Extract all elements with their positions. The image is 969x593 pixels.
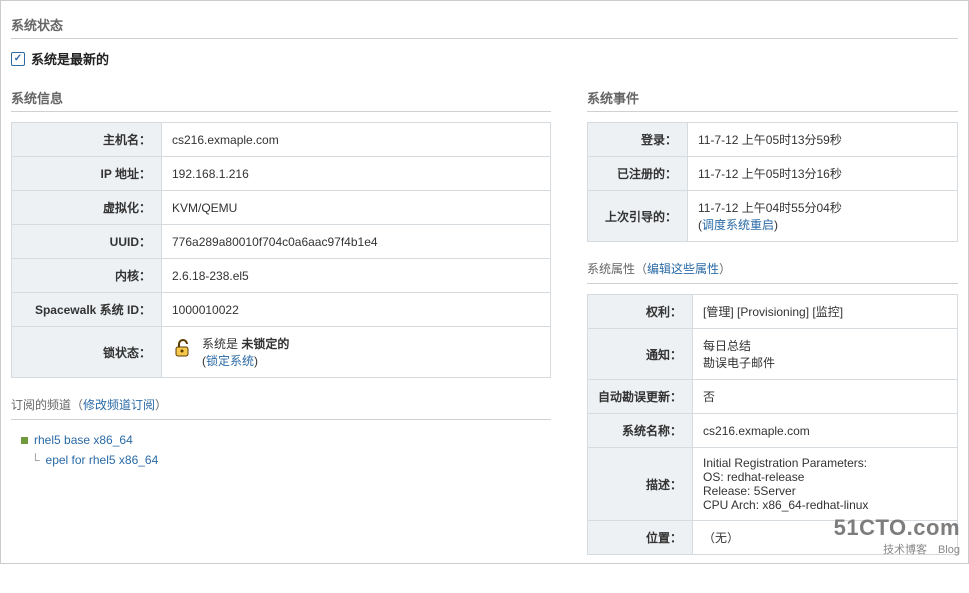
list-item: └ epel for rhel5 x86_64: [21, 450, 551, 470]
lock-label: 锁状态：: [12, 327, 162, 378]
list-item: rhel5 base x86_64: [21, 430, 551, 450]
loc-label: 位置：: [588, 521, 693, 555]
divider: [11, 38, 958, 39]
lock-system-link[interactable]: 锁定系统: [206, 354, 254, 368]
boot-value: 11-7-12 上午04时55分04秒: [698, 201, 842, 215]
table-row: 描述： Initial Registration Parameters: OS:…: [588, 448, 958, 521]
system-status-row: ✓ 系统是最新的: [11, 49, 958, 68]
table-row: UUID： 776a289a80010f704c0a6aac97f4b1e4: [12, 225, 551, 259]
table-row: 通知： 每日总结 勘误电子邮件: [588, 329, 958, 380]
tree-icon: └: [31, 453, 40, 467]
sysid-value: 1000010022: [162, 293, 551, 327]
notify-line1: 每日总结: [703, 339, 751, 353]
channels-header-suffix: ）: [155, 398, 167, 412]
page-title: 系统状态: [11, 15, 958, 34]
table-row: 虚拟化： KVM/QEMU: [12, 191, 551, 225]
system-events-table: 登录： 11-7-12 上午05时13分59秒 已注册的： 11-7-12 上午…: [587, 122, 958, 242]
desc-line2: OS: redhat-release: [703, 470, 804, 484]
watermark-sub: 技术博客 Blog: [834, 541, 960, 557]
bullet-icon: [21, 437, 28, 444]
lock-cell: 系统是 未锁定的 (锁定系统): [162, 327, 551, 378]
boot-label: 上次引导的：: [588, 191, 688, 242]
hostname-value: cs216.exmaple.com: [162, 123, 551, 157]
system-info-title: 系统信息: [11, 88, 551, 107]
channel-base-link[interactable]: rhel5 base x86_64: [34, 433, 133, 447]
channels-header: 订阅的频道（修改频道订阅）: [11, 396, 551, 413]
table-row: 系统名称： cs216.exmaple.com: [588, 414, 958, 448]
divider: [587, 283, 958, 284]
entitle-value: [管理] [Provisioning] [监控]: [693, 295, 958, 329]
check-icon: ✓: [11, 52, 25, 66]
desc-value: Initial Registration Parameters: OS: red…: [693, 448, 958, 521]
lock-prefix: 系统是: [202, 337, 241, 351]
desc-line4: CPU Arch: x86_64-redhat-linux: [703, 498, 868, 512]
ip-label: IP 地址：: [12, 157, 162, 191]
ip-value: 192.168.1.216: [162, 157, 551, 191]
table-row: Spacewalk 系统 ID： 1000010022: [12, 293, 551, 327]
table-row: 上次引导的： 11-7-12 上午04时55分04秒 (调度系统重启): [588, 191, 958, 242]
watermark: 51CTO.com 技术博客 Blog: [834, 515, 960, 557]
watermark-brand: 51CTO.com: [834, 515, 960, 541]
system-events-title: 系统事件: [587, 88, 958, 107]
edit-props-link[interactable]: 编辑这些属性: [647, 262, 719, 276]
notify-value: 每日总结 勘误电子邮件: [693, 329, 958, 380]
unlock-icon: [172, 337, 194, 359]
props-header: 系统属性（编辑这些属性）: [587, 260, 958, 277]
table-row: 登录： 11-7-12 上午05时13分59秒: [588, 123, 958, 157]
table-row: 自动勘误更新： 否: [588, 380, 958, 414]
kernel-value: 2.6.18-238.el5: [162, 259, 551, 293]
props-header-suffix: ）: [719, 262, 731, 276]
boot-cell: 11-7-12 上午04时55分04秒 (调度系统重启): [688, 191, 958, 242]
table-row: 锁状态： 系统是 未锁定的 (锁定系统): [12, 327, 551, 378]
hostname-label: 主机名：: [12, 123, 162, 157]
auto-label: 自动勘误更新：: [588, 380, 693, 414]
login-value: 11-7-12 上午05时13分59秒: [688, 123, 958, 157]
table-row: 内核： 2.6.18-238.el5: [12, 259, 551, 293]
schedule-reboot-link[interactable]: 调度系统重启: [702, 218, 774, 232]
entitle-label: 权利：: [588, 295, 693, 329]
channel-child-link[interactable]: epel for rhel5 x86_64: [46, 453, 159, 467]
notify-label: 通知：: [588, 329, 693, 380]
divider: [11, 111, 551, 112]
desc-line1: Initial Registration Parameters:: [703, 456, 867, 470]
login-label: 登录：: [588, 123, 688, 157]
modify-channels-link[interactable]: 修改频道订阅: [83, 398, 155, 412]
notify-line2: 勘误电子邮件: [703, 356, 775, 370]
sysname-value: cs216.exmaple.com: [693, 414, 958, 448]
sysid-label: Spacewalk 系统 ID：: [12, 293, 162, 327]
divider: [11, 419, 551, 420]
reg-value: 11-7-12 上午05时13分16秒: [688, 157, 958, 191]
uuid-value: 776a289a80010f704c0a6aac97f4b1e4: [162, 225, 551, 259]
table-row: 权利： [管理] [Provisioning] [监控]: [588, 295, 958, 329]
lock-state: 未锁定的: [241, 337, 289, 351]
table-row: IP 地址： 192.168.1.216: [12, 157, 551, 191]
system-info-table: 主机名： cs216.exmaple.com IP 地址： 192.168.1.…: [11, 122, 551, 378]
sysname-label: 系统名称：: [588, 414, 693, 448]
kernel-label: 内核：: [12, 259, 162, 293]
virt-label: 虚拟化：: [12, 191, 162, 225]
channel-list: rhel5 base x86_64 └ epel for rhel5 x86_6…: [21, 430, 551, 470]
table-row: 已注册的： 11-7-12 上午05时13分16秒: [588, 157, 958, 191]
props-header-prefix: 系统属性（: [587, 262, 647, 276]
reg-label: 已注册的：: [588, 157, 688, 191]
desc-label: 描述：: [588, 448, 693, 521]
uuid-label: UUID：: [12, 225, 162, 259]
divider: [587, 111, 958, 112]
table-row: 主机名： cs216.exmaple.com: [12, 123, 551, 157]
desc-line3: Release: 5Server: [703, 484, 796, 498]
system-status-text: 系统是最新的: [31, 49, 109, 68]
virt-value: KVM/QEMU: [162, 191, 551, 225]
auto-value: 否: [693, 380, 958, 414]
channels-header-prefix: 订阅的频道（: [11, 398, 83, 412]
